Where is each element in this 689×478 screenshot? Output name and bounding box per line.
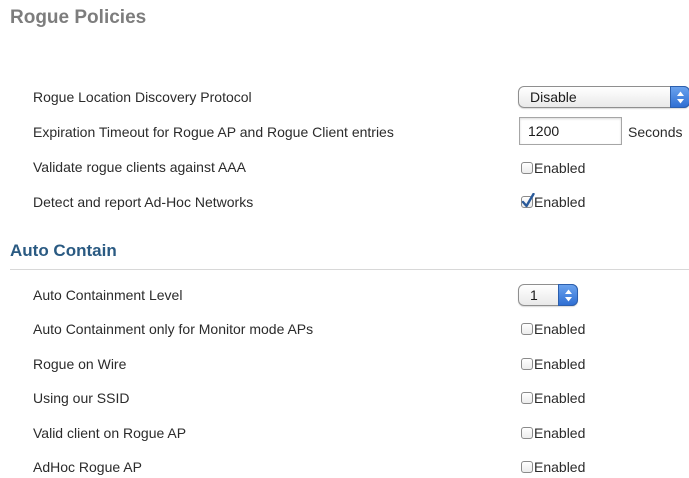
rldp-label: Rogue Location Discovery Protocol	[33, 89, 252, 105]
checkmark-icon	[521, 193, 535, 208]
checkbox-box[interactable]	[521, 427, 533, 439]
monitor-only-label: Auto Containment only for Monitor mode A…	[33, 321, 314, 337]
checkbox-option-label: Enabled	[534, 160, 586, 176]
rogue-on-wire-checkbox[interactable]: Enabled	[521, 356, 585, 372]
containment-level-value: 1	[530, 287, 538, 303]
rogue-on-wire-label: Rogue on Wire	[33, 356, 127, 372]
rldp-select[interactable]: Disable	[518, 86, 689, 108]
checkbox-option-label: Enabled	[534, 390, 586, 406]
adhoc-detect-checkbox[interactable]: Enabled	[521, 193, 586, 210]
checkbox-option-label: Enabled	[534, 194, 586, 210]
rogue-policies-page: Rogue Policies Rogue Location Discovery …	[0, 0, 689, 478]
checkbox-box[interactable]	[521, 162, 533, 174]
expiration-unit: Seconds	[628, 124, 683, 140]
containment-level-select[interactable]: 1	[518, 284, 578, 306]
updown-arrows-icon	[558, 284, 578, 306]
checkbox-option-label: Enabled	[534, 425, 586, 441]
checkbox-box[interactable]	[521, 323, 533, 335]
using-ssid-label: Using our SSID	[33, 390, 130, 406]
valid-client-checkbox[interactable]: Enabled	[521, 425, 585, 441]
section-title-auto-contain: Auto Contain	[10, 241, 117, 260]
page-title: Rogue Policies	[10, 7, 147, 28]
adhoc-ap-checkbox[interactable]: Enabled	[521, 459, 585, 475]
checkbox-box[interactable]	[521, 358, 533, 370]
using-ssid-checkbox[interactable]: Enabled	[521, 390, 585, 406]
checkbox-box[interactable]	[521, 461, 533, 473]
checkbox-option-label: Enabled	[534, 321, 586, 337]
expiration-timeout-input[interactable]	[519, 117, 622, 145]
expiration-label: Expiration Timeout for Rogue AP and Rogu…	[33, 124, 394, 140]
rldp-select-value: Disable	[530, 89, 577, 105]
checkbox-option-label: Enabled	[534, 459, 586, 475]
monitor-only-checkbox[interactable]: Enabled	[521, 321, 585, 337]
adhoc-ap-label: AdHoc Rogue AP	[33, 459, 142, 475]
validate-aaa-checkbox[interactable]: Enabled	[521, 160, 585, 176]
checkbox-box[interactable]	[521, 392, 533, 404]
containment-level-label: Auto Containment Level	[33, 287, 183, 303]
adhoc-detect-label: Detect and report Ad-Hoc Networks	[33, 194, 254, 210]
section-divider	[10, 269, 689, 270]
checkbox-option-label: Enabled	[534, 356, 586, 372]
valid-client-label: Valid client on Rogue AP	[33, 425, 187, 441]
updown-arrows-icon	[670, 86, 689, 108]
validate-aaa-label: Validate rogue clients against AAA	[33, 159, 246, 175]
checkbox-box[interactable]	[521, 193, 535, 208]
